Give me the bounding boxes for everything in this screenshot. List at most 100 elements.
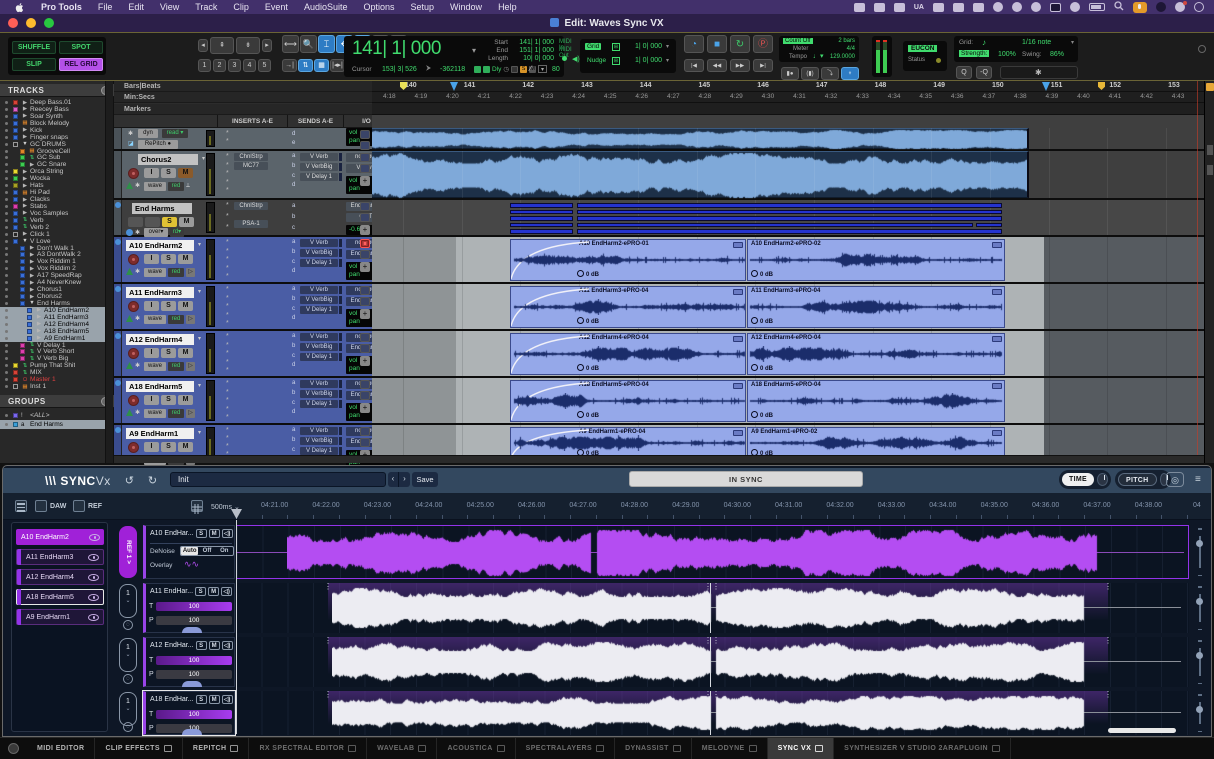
denoise-selector[interactable]: AutoOffOn [180,546,234,556]
track-view-selector[interactable]: wave [144,362,166,371]
tab-dynassist[interactable]: DYNASSIST [615,738,692,759]
lane-power-button[interactable]: ◌ [123,620,133,630]
send-b[interactable]: V VerbBig [300,343,338,351]
toolbar-expand-icon[interactable] [1198,45,1206,53]
ara-menu-icon[interactable] [8,743,19,754]
add-row-button[interactable]: + [360,262,370,272]
tab-sync-vx[interactable]: SYNC VX [768,738,835,759]
take-selector[interactable]: 1⌄ [119,638,137,672]
lane-power-button[interactable]: ◌ [123,674,133,684]
mute-button[interactable]: M [178,395,193,405]
group-end-harms[interactable]: aEnd Harms [0,420,106,429]
mute-button[interactable]: M [178,168,193,178]
send-a[interactable]: V Verb [300,427,338,435]
mute-button[interactable]: M [178,301,193,311]
a-square-icon[interactable] [1050,3,1061,12]
plugin-track-a18-endharm5[interactable]: A18 EndHarm5 [16,589,104,605]
zoom-preset-3[interactable]: 3 [228,59,241,72]
add-row-button[interactable]: + [360,403,370,413]
menu-audiosuite[interactable]: AudioSuite [304,2,348,12]
record-enable-button[interactable] [128,442,139,453]
sidebar-track-don-t-walk-1[interactable]: ▶Don't Walk 1 [0,245,106,252]
sidebar-track-stabs[interactable]: ▶Stabs [0,203,106,210]
record-enable-button[interactable] [128,348,139,359]
mode-slip[interactable]: SLIP [12,58,56,71]
record-icon[interactable] [993,2,1003,12]
tab-melodyne[interactable]: MELODYNE [692,738,768,759]
track-view-selector[interactable]: wave [144,268,166,277]
menu-edit[interactable]: Edit [128,2,144,12]
strength-value[interactable]: 100% [998,51,1016,58]
solo-button[interactable]: S [196,529,207,538]
sidebar-track-groovecell[interactable]: ▦GrooveCell [0,148,106,155]
track-lane-a10-endharm2-epro-01[interactable]: A10 EndHarm2-ePRO-010 dBA10 EndHarm2-ePR… [372,237,1204,284]
sidebar-track-chorus2[interactable]: ▶Chorus2 [0,293,106,300]
grid-label[interactable]: Grid [585,43,601,50]
lane-waveform-area[interactable]: ⋮⋮⋮⋮ [236,637,1189,687]
solo-button[interactable]: S [161,348,176,358]
segment-handle[interactable]: ⋮⋮ [704,693,711,705]
main-counter[interactable]: 141| 1| 000 [352,38,441,60]
record-enable-button[interactable] [128,301,139,312]
undo-button[interactable]: ↺ [125,474,134,487]
sidebar-track-master-1[interactable]: ΩMaster 1 [0,376,106,383]
time-slider[interactable]: 100 [156,602,232,611]
grid-snap-icon[interactable] [191,500,203,512]
solo-button[interactable]: S [195,587,206,596]
playlist-selector[interactable]: red [168,362,184,371]
ruler-min-secs[interactable]: Min:Secs [114,92,372,103]
elastic-audio-plugin[interactable]: RePitch ● [138,140,178,149]
playlist-selector[interactable]: red [168,409,184,418]
ref-tab[interactable]: REF 1 > [119,526,137,578]
track-view-selector[interactable]: wave [144,409,166,418]
unquantize-button[interactable]: -Q [976,66,992,79]
monitor-button[interactable]: ◁) [221,587,232,596]
edit-bottom-scrollbar[interactable] [114,455,1204,463]
circle-icon[interactable] [1156,2,1166,12]
nudge-value[interactable]: 1| 0| 000 [624,57,662,64]
overlay-waveform-icon[interactable]: ∿∿ [184,559,199,570]
minsecs-ruler[interactable]: 4:184:194:204:214:224:234:244:254:264:27… [372,92,1204,103]
menu-help[interactable]: Help [498,2,517,12]
sidebar-track-pump-that-shit[interactable]: ⇅Pump That Shit [0,362,106,369]
sidebar-track-block-melody[interactable]: ▦Block Melody [0,120,106,127]
ua-label[interactable]: UA [914,4,924,11]
add-row-button[interactable]: + [360,176,370,186]
lane-gain-slider[interactable] [1193,528,1207,576]
add-row-button[interactable]: + [360,309,370,319]
sidebar-track-vox-riddim-1[interactable]: ▶Vox Riddim 1 [0,258,106,265]
apple-menu[interactable] [14,2,25,13]
strength-label[interactable]: Strength: [959,50,989,57]
markers-ruler[interactable] [372,103,1204,115]
lane-gain-slider[interactable] [1193,694,1207,732]
swing-value[interactable]: 86% [1050,51,1064,58]
nudge-label[interactable]: Nudge [585,57,608,64]
count-off-label[interactable]: Count Off [783,38,813,44]
plugin-power-button[interactable]: ◎ [1166,472,1184,487]
mode-spot[interactable]: SPOT [59,41,103,54]
track-name[interactable]: Chorus2 [138,154,198,165]
track-row-a12-endharm4[interactable]: *****aV VerbbV VerbBigcV Delay 1dno inpu… [114,331,372,378]
meter-label[interactable]: Meter [793,46,808,52]
send-c[interactable]: V Delay 1 [300,306,338,314]
pitch-slider[interactable]: 100 [156,616,232,625]
bars-ruler[interactable]: 1401411421431441451461471481491501511521… [372,81,1204,92]
tab-spectralayers[interactable]: SPECTRALAYERS [516,738,615,759]
clock-icon[interactable] [1194,2,1204,12]
start-time[interactable]: 141| 1| 000 [512,39,554,46]
forward[interactable]: ▶▶ [730,59,750,72]
tab-to-transient[interactable]: →| [282,59,297,72]
length-time[interactable]: 10| 0| 000 [512,55,554,62]
track-name[interactable]: A11 EndHarm3 [126,287,194,298]
mute-button[interactable]: M [209,695,220,704]
bolt-icon[interactable] [953,3,964,12]
time-slider[interactable]: 100 [156,710,232,719]
lane-waveform-area[interactable]: ⋮⋮⋮⋮ [236,583,1189,633]
zoom-preset-5[interactable]: 5 [258,59,271,72]
plugin-track-a11-endharm3[interactable]: A11 EndHarm3 [16,549,104,565]
sidebar-track-inst-1[interactable]: ▦Inst 1 [0,383,106,390]
grid-value[interactable]: 1| 0| 000 [624,43,662,50]
track-row-partial[interactable]: **devol-2.2pan0 ›+✱dynread ▾◪RePitch ● [114,128,372,151]
take-selector[interactable]: 1⌄ [119,584,137,618]
quantize-button[interactable]: Q [956,66,972,79]
